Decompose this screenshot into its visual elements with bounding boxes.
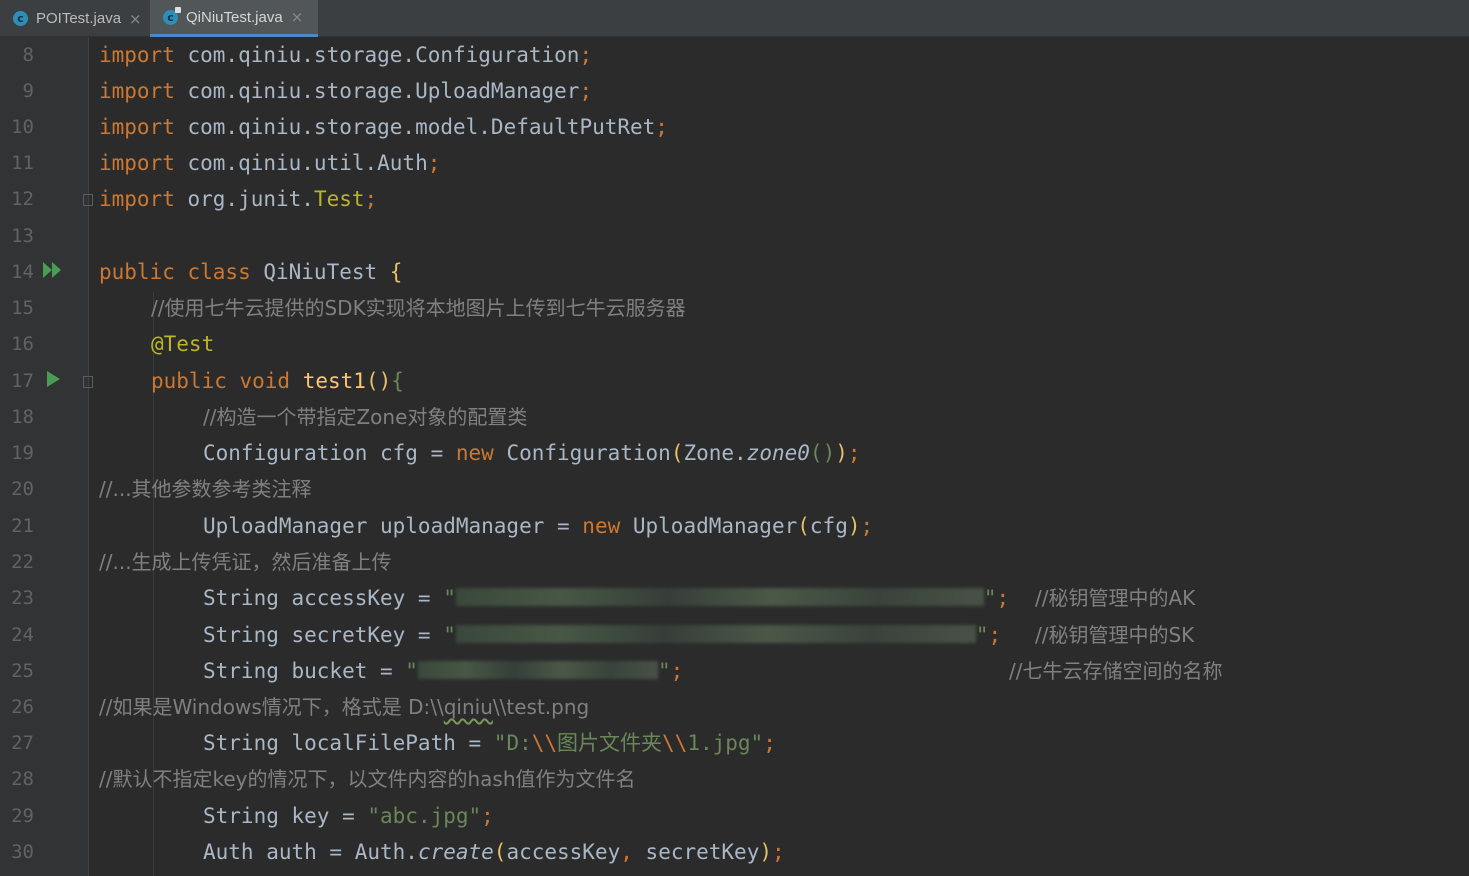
code-line: 13 (0, 218, 1469, 254)
code-text[interactable]: String bucket = " "; (203, 653, 683, 689)
line-number: 22 (11, 551, 34, 573)
tab-label: QiNiuTest.java (186, 8, 283, 26)
code-text[interactable]: Auth auth = Auth.create(accessKey, secre… (203, 834, 785, 870)
comment-text[interactable]: //秘钥管理中的SK (1035, 617, 1194, 653)
close-tab-icon[interactable]: × (129, 10, 142, 28)
line-number: 14 (11, 261, 34, 283)
code-line: 16 @Test (0, 326, 1469, 362)
comment-text[interactable]: //七牛云存储空间的名称 (1009, 653, 1222, 689)
comment-text[interactable]: //默认不指定key的情况下，以文件内容的hash值作为文件名 (99, 761, 636, 797)
line-number: 27 (11, 732, 34, 754)
redacted-access-key (455, 588, 984, 606)
line-number: 11 (11, 152, 34, 174)
java-class-icon: c (163, 6, 181, 25)
line-number: 23 (11, 587, 34, 609)
comment-text[interactable]: //如果是Windows情况下，格式是 D:\\qiniu\\test.png (99, 689, 589, 725)
code-text[interactable]: UploadManager uploadManager = new Upload… (203, 508, 873, 544)
line-number: 18 (11, 406, 34, 428)
comment-text[interactable]: //秘钥管理中的AK (1035, 580, 1195, 616)
line-number: 12 (11, 188, 34, 210)
line-number: 10 (11, 116, 34, 138)
annotation-text[interactable]: @Test (151, 326, 214, 362)
code-line: 26 //如果是Windows情况下，格式是 D:\\qiniu\\test.p… (0, 689, 1469, 725)
line-number: 19 (11, 442, 34, 464)
code-text[interactable]: Configuration cfg = new Configuration(Zo… (203, 435, 861, 471)
code-text[interactable]: import com.qiniu.storage.Configuration; (99, 37, 592, 73)
line-number: 26 (11, 696, 34, 718)
tab-label: POITest.java (36, 10, 122, 27)
code-text[interactable]: import org.junit.Test; (99, 181, 377, 217)
code-line: 10 import com.qiniu.storage.model.Defaul… (0, 109, 1469, 145)
code-text[interactable]: String accessKey = " "; (203, 580, 1009, 616)
line-number: 24 (11, 624, 34, 646)
code-line: 8 import com.qiniu.storage.Configuration… (0, 37, 1469, 73)
line-number: 29 (11, 805, 34, 827)
code-text[interactable]: String secretKey = " "; (203, 617, 1001, 653)
line-number: 15 (11, 297, 34, 319)
code-line: 24 String secretKey = " "; //秘钥管理中的SK (0, 617, 1469, 653)
comment-text[interactable]: //...其他参数参考类注释 (99, 471, 312, 507)
code-text[interactable]: import com.qiniu.storage.model.DefaultPu… (99, 109, 668, 145)
line-number: 13 (11, 225, 34, 247)
code-line: 27 String localFilePath = "D:\\图片文件夹\\1.… (0, 725, 1469, 761)
code-text[interactable]: public void test1(){ (151, 363, 404, 399)
code-line: 18 //构造一个带指定Zone对象的配置类 (0, 399, 1469, 435)
code-line: 29 String key = "abc.jpg"; (0, 798, 1469, 834)
code-text[interactable]: import com.qiniu.util.Auth; (99, 145, 440, 181)
code-line: 19 Configuration cfg = new Configuration… (0, 435, 1469, 471)
redacted-bucket-name (417, 661, 658, 679)
java-class-icon: c (13, 11, 28, 26)
redacted-secret-key (455, 625, 976, 643)
code-line: 23 String accessKey = " "; //秘钥管理中的AK (0, 580, 1469, 616)
code-text[interactable]: String key = "abc.jpg"; (203, 798, 494, 834)
code-line: 20 //...其他参数参考类注释 (0, 471, 1469, 507)
code-line: 17 public void test1(){ (0, 363, 1469, 399)
tab-qiniutest[interactable]: c QiNiuTest.java × (150, 0, 318, 37)
line-number: 28 (11, 768, 34, 790)
editor-tab-bar: c POITest.java × c QiNiuTest.java × (0, 0, 1469, 37)
line-number: 25 (11, 660, 34, 682)
tab-poitest[interactable]: c POITest.java × (0, 0, 150, 37)
code-line: 25 String bucket = " "; //七牛云存储空间的名称 (0, 653, 1469, 689)
code-line: 28 //默认不指定key的情况下，以文件内容的hash值作为文件名 (0, 761, 1469, 797)
line-number: 17 (11, 370, 34, 392)
code-line: 14 public class QiNiuTest { (0, 254, 1469, 290)
code-line: 9 import com.qiniu.storage.UploadManager… (0, 73, 1469, 109)
code-line: 12 import org.junit.Test; (0, 181, 1469, 217)
line-number: 20 (11, 478, 34, 500)
code-text[interactable]: public class QiNiuTest { (99, 254, 402, 290)
line-number: 30 (11, 841, 34, 863)
close-tab-icon[interactable]: × (291, 8, 304, 26)
code-line: 30 Auth auth = Auth.create(accessKey, se… (0, 834, 1469, 870)
line-number: 9 (22, 80, 34, 102)
code-text[interactable]: String localFilePath = "D:\\图片文件夹\\1.jpg… (203, 725, 776, 761)
code-line: 21 UploadManager uploadManager = new Upl… (0, 508, 1469, 544)
line-number: 8 (22, 44, 34, 66)
line-number: 21 (11, 515, 34, 537)
comment-text[interactable]: //...生成上传凭证，然后准备上传 (99, 544, 392, 580)
code-line: 22 //...生成上传凭证，然后准备上传 (0, 544, 1469, 580)
comment-text[interactable]: //构造一个带指定Zone对象的配置类 (203, 399, 527, 435)
code-text[interactable]: import com.qiniu.storage.UploadManager; (99, 73, 592, 109)
code-line: 11 import com.qiniu.util.Auth; (0, 145, 1469, 181)
code-line: 15 //使用七牛云提供的SDK实现将本地图片上传到七牛云服务器 (0, 290, 1469, 326)
comment-text[interactable]: //使用七牛云提供的SDK实现将本地图片上传到七牛云服务器 (151, 290, 686, 326)
line-number: 16 (11, 333, 34, 355)
